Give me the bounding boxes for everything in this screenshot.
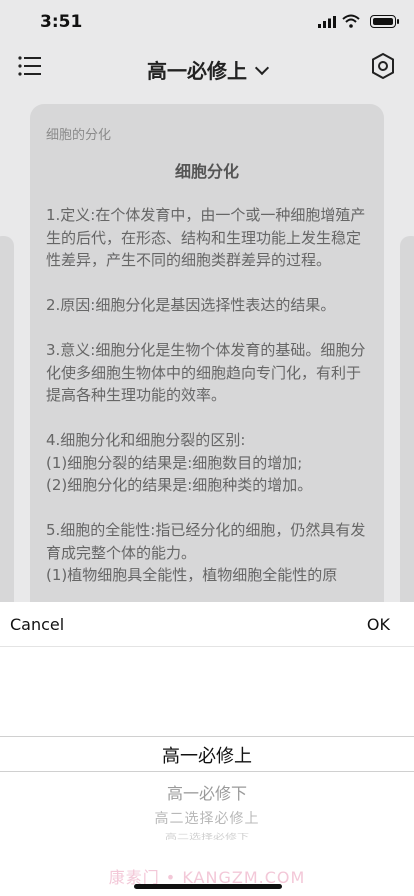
- picker-option-selected[interactable]: 高一必修上: [0, 742, 414, 768]
- card-body: 1.定义:在个体发育中，由一个或一种细胞增殖产生的后代，在形态、结构和生理功能上…: [46, 204, 370, 609]
- cancel-button[interactable]: Cancel: [10, 615, 64, 634]
- knowledge-card[interactable]: 细胞的分化 细胞分化 1.定义:在个体发育中，由一个或一种细胞增殖产生的后代，在…: [30, 104, 384, 664]
- ok-button[interactable]: OK: [367, 615, 390, 634]
- signal-icon: [318, 16, 336, 28]
- picker-toolbar: Cancel OK: [0, 602, 414, 647]
- picker-option[interactable]: 高一必修下: [0, 780, 414, 804]
- status-time: 3:51: [40, 12, 83, 32]
- selection-divider: [0, 736, 414, 737]
- nav-bar: 高一必修上: [0, 44, 414, 94]
- page-title: 高一必修上: [147, 59, 247, 83]
- next-card-peek[interactable]: [400, 236, 414, 636]
- status-bar: 3:51: [0, 0, 414, 44]
- home-indicator: [134, 884, 282, 889]
- card-paragraph: 2.原因:细胞分化是基因选择性表达的结果。: [46, 296, 336, 314]
- card-paragraph: 4.细胞分化和细胞分裂的区别: (1)细胞分裂的结果是:细胞数目的增加; (2)…: [46, 431, 313, 494]
- picker-sheet: Cancel OK 高一必修上 高一必修下 高二选择必修上 高二选择必修下 康素…: [0, 602, 414, 896]
- selection-divider: [0, 771, 414, 772]
- picker-option[interactable]: 高二选择必修下: [0, 831, 414, 841]
- chevron-down-icon: [254, 60, 270, 76]
- card-category: 细胞的分化: [46, 128, 112, 143]
- card-paragraph: 5.细胞的全能性:指已经分化的细胞，仍然具有发育成完整个体的能力。 (1)植物细…: [46, 521, 366, 584]
- wifi-icon: [342, 14, 360, 28]
- card-title: 细胞分化: [174, 162, 239, 181]
- picker-option[interactable]: 高二选择必修上: [0, 808, 414, 828]
- card-paragraph: 3.意义:细胞分化是生物个体发育的基础。细胞分化使多细胞生物体中的细胞趋向专门化…: [46, 341, 366, 404]
- grade-selector[interactable]: 高一必修上: [0, 55, 414, 84]
- battery-icon: [370, 15, 399, 28]
- settings-icon[interactable]: [370, 52, 396, 80]
- card-paragraph: 1.定义:在个体发育中，由一个或一种细胞增殖产生的后代，在形态、结构和生理功能上…: [46, 206, 366, 269]
- prev-card-peek[interactable]: [0, 236, 14, 636]
